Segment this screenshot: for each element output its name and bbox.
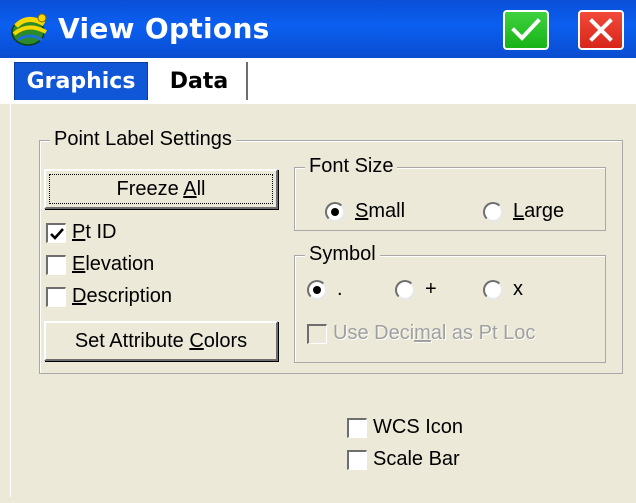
radio-circle [395, 279, 415, 300]
radio-circle [325, 201, 345, 222]
tab-graphics[interactable]: Graphics [14, 62, 148, 100]
use-decimal-checkbox[interactable]: Use Decimal as Pt Loc [307, 322, 535, 345]
pt-id-label: Pt ID [72, 221, 117, 243]
checkbox-box [46, 254, 66, 275]
globe-satellite-icon [11, 13, 47, 46]
window-title: View Options [58, 12, 270, 45]
elevation-label: Elevation [72, 253, 155, 275]
view-options-dialog: View Options Graphics Data Point Label S… [0, 0, 636, 503]
symbol-group: Symbol . + x Use Decimal as Pt Loc [294, 242, 606, 363]
tab-data[interactable]: Data [152, 62, 248, 100]
symbol-plus-radio[interactable]: + [395, 278, 437, 301]
close-button[interactable] [578, 10, 624, 50]
ok-button[interactable] [503, 10, 549, 50]
symbol-dot-label: . [337, 278, 343, 300]
radio-circle [483, 201, 503, 222]
wcs-icon-label: WCS Icon [373, 416, 464, 438]
symbol-x-label: x [513, 278, 523, 300]
font-size-legend: Font Size [305, 154, 398, 178]
font-size-small-radio[interactable]: Small [325, 200, 405, 223]
tab-strip: Graphics Data [0, 58, 636, 104]
freeze-all-button[interactable]: Freeze All [44, 169, 278, 209]
symbol-plus-label: + [425, 278, 437, 300]
checkbox-box [307, 323, 327, 344]
font-size-group: Font Size Small Large [294, 154, 606, 231]
symbol-legend: Symbol [305, 242, 380, 266]
radio-circle [307, 279, 327, 300]
checkbox-box [347, 417, 367, 438]
scale-bar-label: Scale Bar [373, 448, 460, 470]
elevation-checkbox[interactable]: Elevation [46, 253, 154, 276]
focus-ring [49, 174, 273, 204]
large-label: Large [513, 200, 565, 222]
use-decimal-label: Use Decimal as Pt Loc [333, 322, 536, 344]
set-attribute-colors-button[interactable]: Set Attribute Colors [44, 321, 278, 361]
checkbox-box [347, 449, 367, 470]
symbol-dot-radio[interactable]: . [307, 278, 343, 301]
wcs-icon-checkbox[interactable]: WCS Icon [347, 416, 463, 439]
scale-bar-checkbox[interactable]: Scale Bar [347, 448, 460, 471]
pt-id-checkbox[interactable]: Pt ID [46, 221, 116, 244]
radio-dot [331, 207, 339, 216]
radio-circle [483, 279, 503, 300]
graphics-panel: Point Label Settings Freeze All Pt ID El… [10, 104, 632, 497]
point-label-settings-group: Point Label Settings Freeze All Pt ID El… [39, 127, 623, 374]
checkmark-icon [511, 18, 541, 41]
font-size-large-radio[interactable]: Large [483, 200, 564, 223]
point-label-settings-legend: Point Label Settings [50, 127, 236, 151]
checkbox-box [46, 222, 66, 243]
radio-dot [313, 285, 321, 294]
title-bar: View Options [0, 0, 636, 58]
checkbox-box [46, 286, 66, 307]
close-x-icon [589, 18, 613, 42]
set-attribute-colors-label: Set Attribute Colors [74, 329, 248, 352]
small-label: Small [355, 200, 406, 222]
description-checkbox[interactable]: Description [46, 285, 172, 308]
symbol-x-radio[interactable]: x [483, 278, 523, 301]
description-label: Description [72, 285, 173, 307]
checkmark-icon [50, 227, 64, 240]
